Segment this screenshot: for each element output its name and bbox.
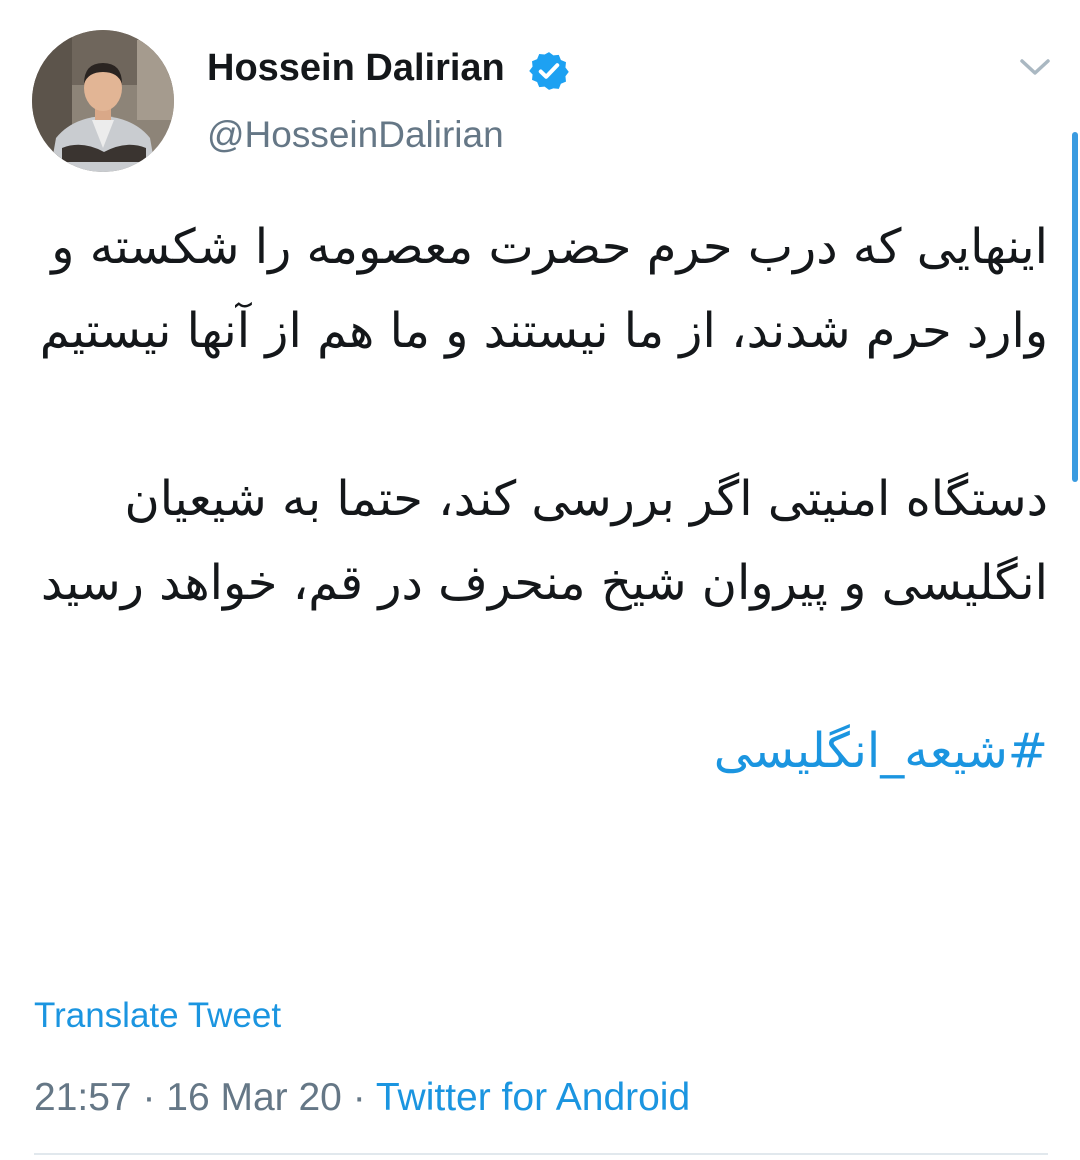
avatar-photo: [32, 30, 174, 172]
tweet-date: 16 Mar 20: [166, 1076, 342, 1119]
hashtag-line: #شیعه_انگلیسی: [36, 709, 1048, 793]
translate-tweet-link[interactable]: Translate Tweet: [34, 993, 281, 1039]
tweet-paragraph: دستگاه امنیتی اگر بررسی کند، حتما به شیع…: [40, 471, 1048, 611]
chevron-down-icon[interactable]: [1014, 50, 1056, 84]
tweet-source-link[interactable]: Twitter for Android: [376, 1076, 690, 1119]
meta-separator: ·: [131, 1076, 167, 1119]
tweet-paragraph: اینهایی که درب حرم حضرت معصومه را شکسته …: [39, 219, 1048, 359]
meta-separator: ·: [341, 1076, 376, 1119]
divider: [34, 1153, 1048, 1155]
tweet-time: 21:57: [34, 1076, 132, 1119]
author-name[interactable]: Hossein Dalirian: [207, 44, 505, 92]
author-handle[interactable]: @HosseinDalirian: [207, 111, 504, 159]
hashtag-link[interactable]: #شیعه_انگلیسی: [714, 723, 1048, 779]
avatar[interactable]: [32, 30, 174, 172]
verified-badge-icon: [529, 52, 569, 90]
tweet-text: اینهایی که درب حرم حضرت معصومه را شکسته …: [36, 205, 1048, 793]
scrollbar[interactable]: [1072, 132, 1078, 482]
tweet-meta: 21:57 · 16 Mar 20 · Twitter for Android: [34, 1073, 690, 1123]
